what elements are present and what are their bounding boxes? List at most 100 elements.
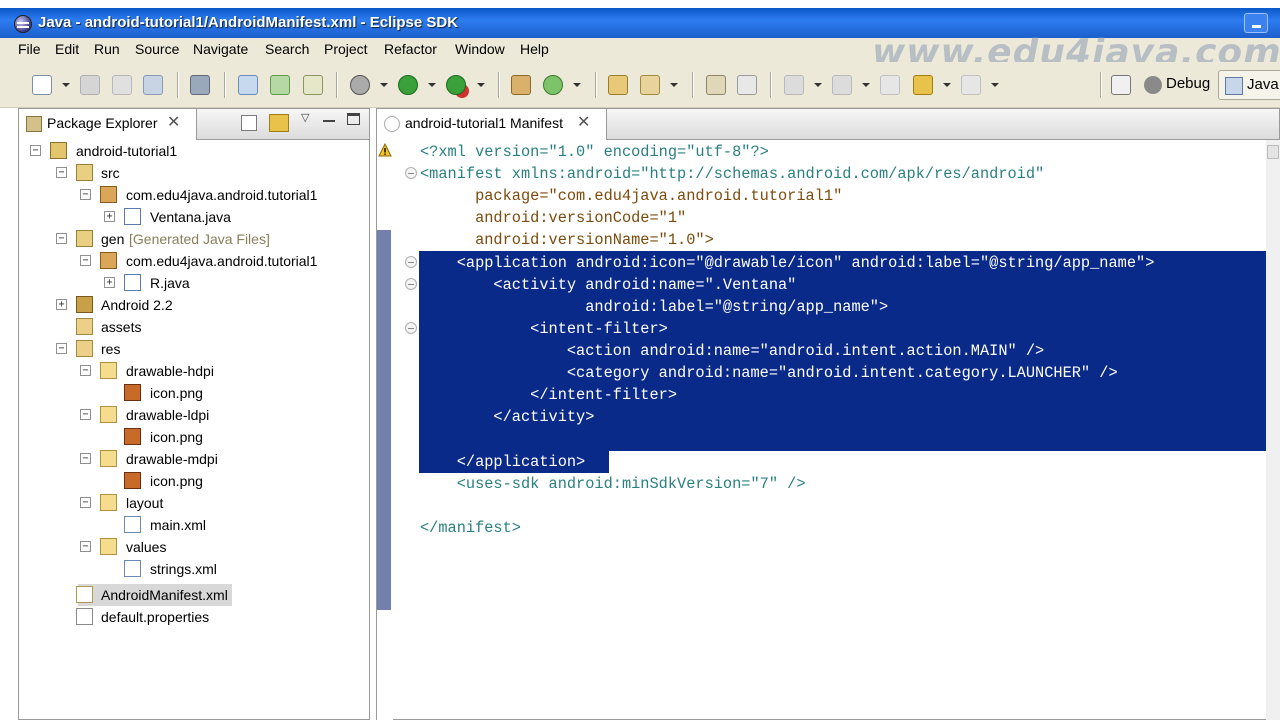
fold-toggle-icon[interactable]	[405, 278, 417, 290]
tree-item-label: default.properties	[101, 609, 210, 625]
tree-item-label: assets	[101, 319, 142, 335]
top-strip	[0, 0, 1280, 8]
image-file-icon	[124, 384, 141, 401]
code-line-selected: android:label="@string/app_name">	[420, 298, 889, 316]
save-all-icon[interactable]	[112, 75, 132, 95]
tree-item-label: icon.png	[150, 429, 203, 445]
new-dropdown-icon[interactable]	[62, 83, 70, 87]
fold-toggle-icon[interactable]	[405, 167, 417, 179]
debug-perspective-button[interactable]: Debug	[1138, 70, 1212, 100]
fold-toggle-icon[interactable]	[405, 322, 417, 334]
code-line-selected: <application android:icon="@drawable/ico…	[420, 254, 1155, 272]
forward-dropdown-icon[interactable]	[991, 83, 999, 87]
close-icon[interactable]: ✕	[167, 112, 180, 132]
menu-navigate[interactable]: Navigate	[193, 41, 248, 57]
tree-item-label: com.edu4java.android.tutorial1	[126, 187, 318, 203]
menu-run[interactable]: Run	[94, 41, 120, 57]
menu-window[interactable]: Window	[455, 41, 505, 57]
menu-source[interactable]: Source	[135, 41, 179, 57]
toggle-mark-occurrences-icon[interactable]	[706, 75, 726, 95]
collapse-toggle-icon[interactable]: −	[80, 189, 91, 200]
class-dropdown-icon[interactable]	[573, 83, 581, 87]
back-dropdown-icon[interactable]	[943, 83, 951, 87]
next-annotation-icon[interactable]	[784, 75, 804, 95]
folder-icon	[76, 318, 93, 335]
previous-annotation-dropdown-icon[interactable]	[862, 83, 870, 87]
back-arrow-icon[interactable]	[913, 75, 933, 95]
menu-search[interactable]: Search	[265, 41, 309, 57]
expand-toggle-icon[interactable]: +	[56, 299, 67, 310]
debug-dropdown-icon[interactable]	[380, 83, 388, 87]
search-dropdown-icon[interactable]	[670, 83, 678, 87]
menu-refactor[interactable]: Refactor	[384, 41, 437, 57]
menu-project[interactable]: Project	[324, 41, 368, 57]
collapse-toggle-icon[interactable]: −	[80, 453, 91, 464]
debug-perspective-icon	[1144, 76, 1162, 94]
maximize-view-icon[interactable]	[347, 113, 360, 125]
print-icon[interactable]	[143, 75, 163, 95]
expand-toggle-icon[interactable]: +	[104, 211, 115, 222]
code-line-selected: <category android:name="android.intent.c…	[420, 364, 1118, 382]
scroll-up-button[interactable]	[1267, 145, 1279, 159]
library-icon	[76, 296, 93, 313]
code-line-selected: <action android:name="android.intent.act…	[420, 342, 1045, 360]
collapse-toggle-icon[interactable]: −	[80, 255, 91, 266]
code-line-selected: <intent-filter>	[420, 320, 668, 338]
previous-annotation-icon[interactable]	[832, 75, 852, 95]
menu-help[interactable]: Help	[520, 41, 549, 57]
run-icon[interactable]	[398, 75, 418, 95]
collapse-toggle-icon[interactable]: −	[56, 167, 67, 178]
collapse-toggle-icon[interactable]: −	[80, 541, 91, 552]
menu-edit[interactable]: Edit	[55, 41, 79, 57]
open-task-icon[interactable]	[608, 75, 628, 95]
collapse-toggle-icon[interactable]: −	[56, 343, 67, 354]
collapse-toggle-icon[interactable]: −	[56, 233, 67, 244]
image-file-icon	[124, 472, 141, 489]
tree-item-selected[interactable]: AndroidManifest.xml	[76, 584, 232, 606]
collapse-toggle-icon[interactable]: −	[30, 145, 41, 156]
search-icon[interactable]	[640, 75, 660, 95]
next-annotation-dropdown-icon[interactable]	[814, 83, 822, 87]
editor-left-ruler	[377, 140, 393, 720]
folder-icon	[100, 362, 117, 379]
open-perspective-icon[interactable]	[1111, 75, 1131, 95]
save-icon[interactable]	[80, 75, 100, 95]
java-perspective-button[interactable]: Java	[1218, 70, 1280, 100]
warning-icon[interactable]	[378, 143, 392, 157]
tree-item-label: main.xml	[150, 517, 207, 533]
view-menu-icon[interactable]: ▽	[301, 111, 309, 124]
minimize-view-icon[interactable]	[323, 120, 335, 122]
new-junit-icon[interactable]	[270, 75, 290, 95]
editor-vertical-scrollbar[interactable]	[1266, 140, 1280, 720]
code-line-selected: <activity android:name=".Ventana"	[420, 276, 797, 294]
external-tools-dropdown-icon[interactable]	[477, 83, 485, 87]
fold-toggle-icon[interactable]	[405, 256, 417, 268]
xml-source-editor[interactable]: <?xml version="1.0" encoding="utf-8"?> <…	[395, 140, 1280, 720]
last-edit-location-icon[interactable]	[880, 75, 900, 95]
show-whitespace-icon[interactable]	[737, 75, 757, 95]
expand-toggle-icon[interactable]: +	[104, 277, 115, 288]
tab-android-manifest[interactable]: android-tutorial1 Manifest ✕	[377, 109, 607, 140]
run-dropdown-icon[interactable]	[428, 83, 436, 87]
new-icon[interactable]	[32, 75, 52, 95]
link-with-editor-icon[interactable]	[269, 114, 289, 132]
collapse-toggle-icon[interactable]: −	[80, 497, 91, 508]
run-external-tools-icon[interactable]	[446, 75, 466, 95]
collapse-toggle-icon[interactable]: −	[80, 409, 91, 420]
code-line: </manifest>	[420, 519, 521, 537]
tab-package-explorer[interactable]: Package Explorer ✕	[19, 109, 197, 140]
new-class-icon[interactable]	[303, 75, 323, 95]
tree-item-decoration: [Generated Java Files]	[129, 231, 270, 247]
open-type-icon[interactable]	[511, 75, 531, 95]
new-java-project-icon[interactable]	[238, 75, 258, 95]
collapse-all-icon[interactable]	[241, 115, 257, 131]
forward-arrow-icon[interactable]	[961, 75, 981, 95]
download-icon[interactable]	[190, 75, 210, 95]
menu-file[interactable]: File	[18, 41, 41, 57]
new-class-wizard-icon[interactable]	[543, 75, 563, 95]
close-icon[interactable]: ✕	[577, 112, 590, 132]
debug-icon[interactable]	[350, 75, 370, 95]
collapse-toggle-icon[interactable]: −	[80, 365, 91, 376]
java-file-icon	[124, 274, 141, 291]
minimize-button[interactable]	[1244, 13, 1268, 33]
